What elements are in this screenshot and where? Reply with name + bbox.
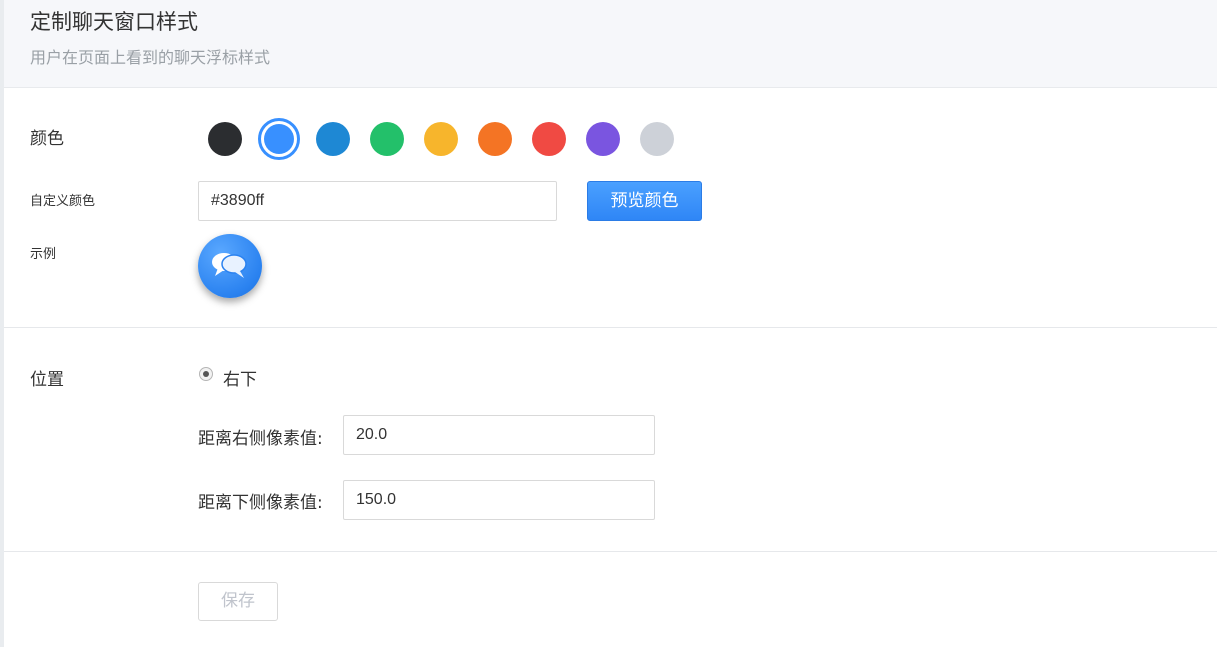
- divider: [4, 327, 1217, 328]
- save-button[interactable]: 保存: [198, 582, 278, 621]
- color-swatch-blue[interactable]: [258, 118, 300, 160]
- position-label: 位置: [30, 370, 64, 390]
- page-title: 定制聊天窗口样式: [30, 10, 198, 34]
- color-swatch-gray[interactable]: [640, 122, 674, 156]
- color-label: 颜色: [30, 129, 64, 149]
- color-swatch-red[interactable]: [532, 122, 566, 156]
- bottom-offset-label: 距离下侧像素值:: [198, 493, 323, 513]
- custom-color-input[interactable]: #3890ff: [198, 181, 557, 221]
- color-swatch-orange[interactable]: [478, 122, 512, 156]
- page-header: 定制聊天窗口样式 用户在页面上看到的聊天浮标样式: [4, 0, 1217, 88]
- right-offset-input[interactable]: 20.0: [343, 415, 655, 455]
- page: 定制聊天窗口样式 用户在页面上看到的聊天浮标样式 颜色 自定义颜色 #3890f…: [0, 0, 1217, 647]
- color-swatch-dark-blue[interactable]: [316, 122, 350, 156]
- color-swatch-black[interactable]: [208, 122, 242, 156]
- preview-color-button[interactable]: 预览颜色: [587, 181, 702, 221]
- color-swatch-green[interactable]: [370, 122, 404, 156]
- custom-color-label: 自定义颜色: [30, 194, 96, 209]
- bottom-offset-input[interactable]: 150.0: [343, 480, 655, 520]
- example-chat-button: [198, 234, 262, 298]
- color-swatch-purple[interactable]: [586, 122, 620, 156]
- position-radio-bottom-right[interactable]: [199, 367, 213, 381]
- right-offset-label: 距离右侧像素值:: [198, 429, 323, 449]
- page-subtitle: 用户在页面上看到的聊天浮标样式: [30, 48, 271, 67]
- position-option-label: 右下: [223, 370, 257, 390]
- chat-bubbles-icon: [212, 253, 247, 278]
- divider: [4, 551, 1217, 552]
- color-swatch-yellow[interactable]: [424, 122, 458, 156]
- example-label: 示例: [30, 247, 57, 262]
